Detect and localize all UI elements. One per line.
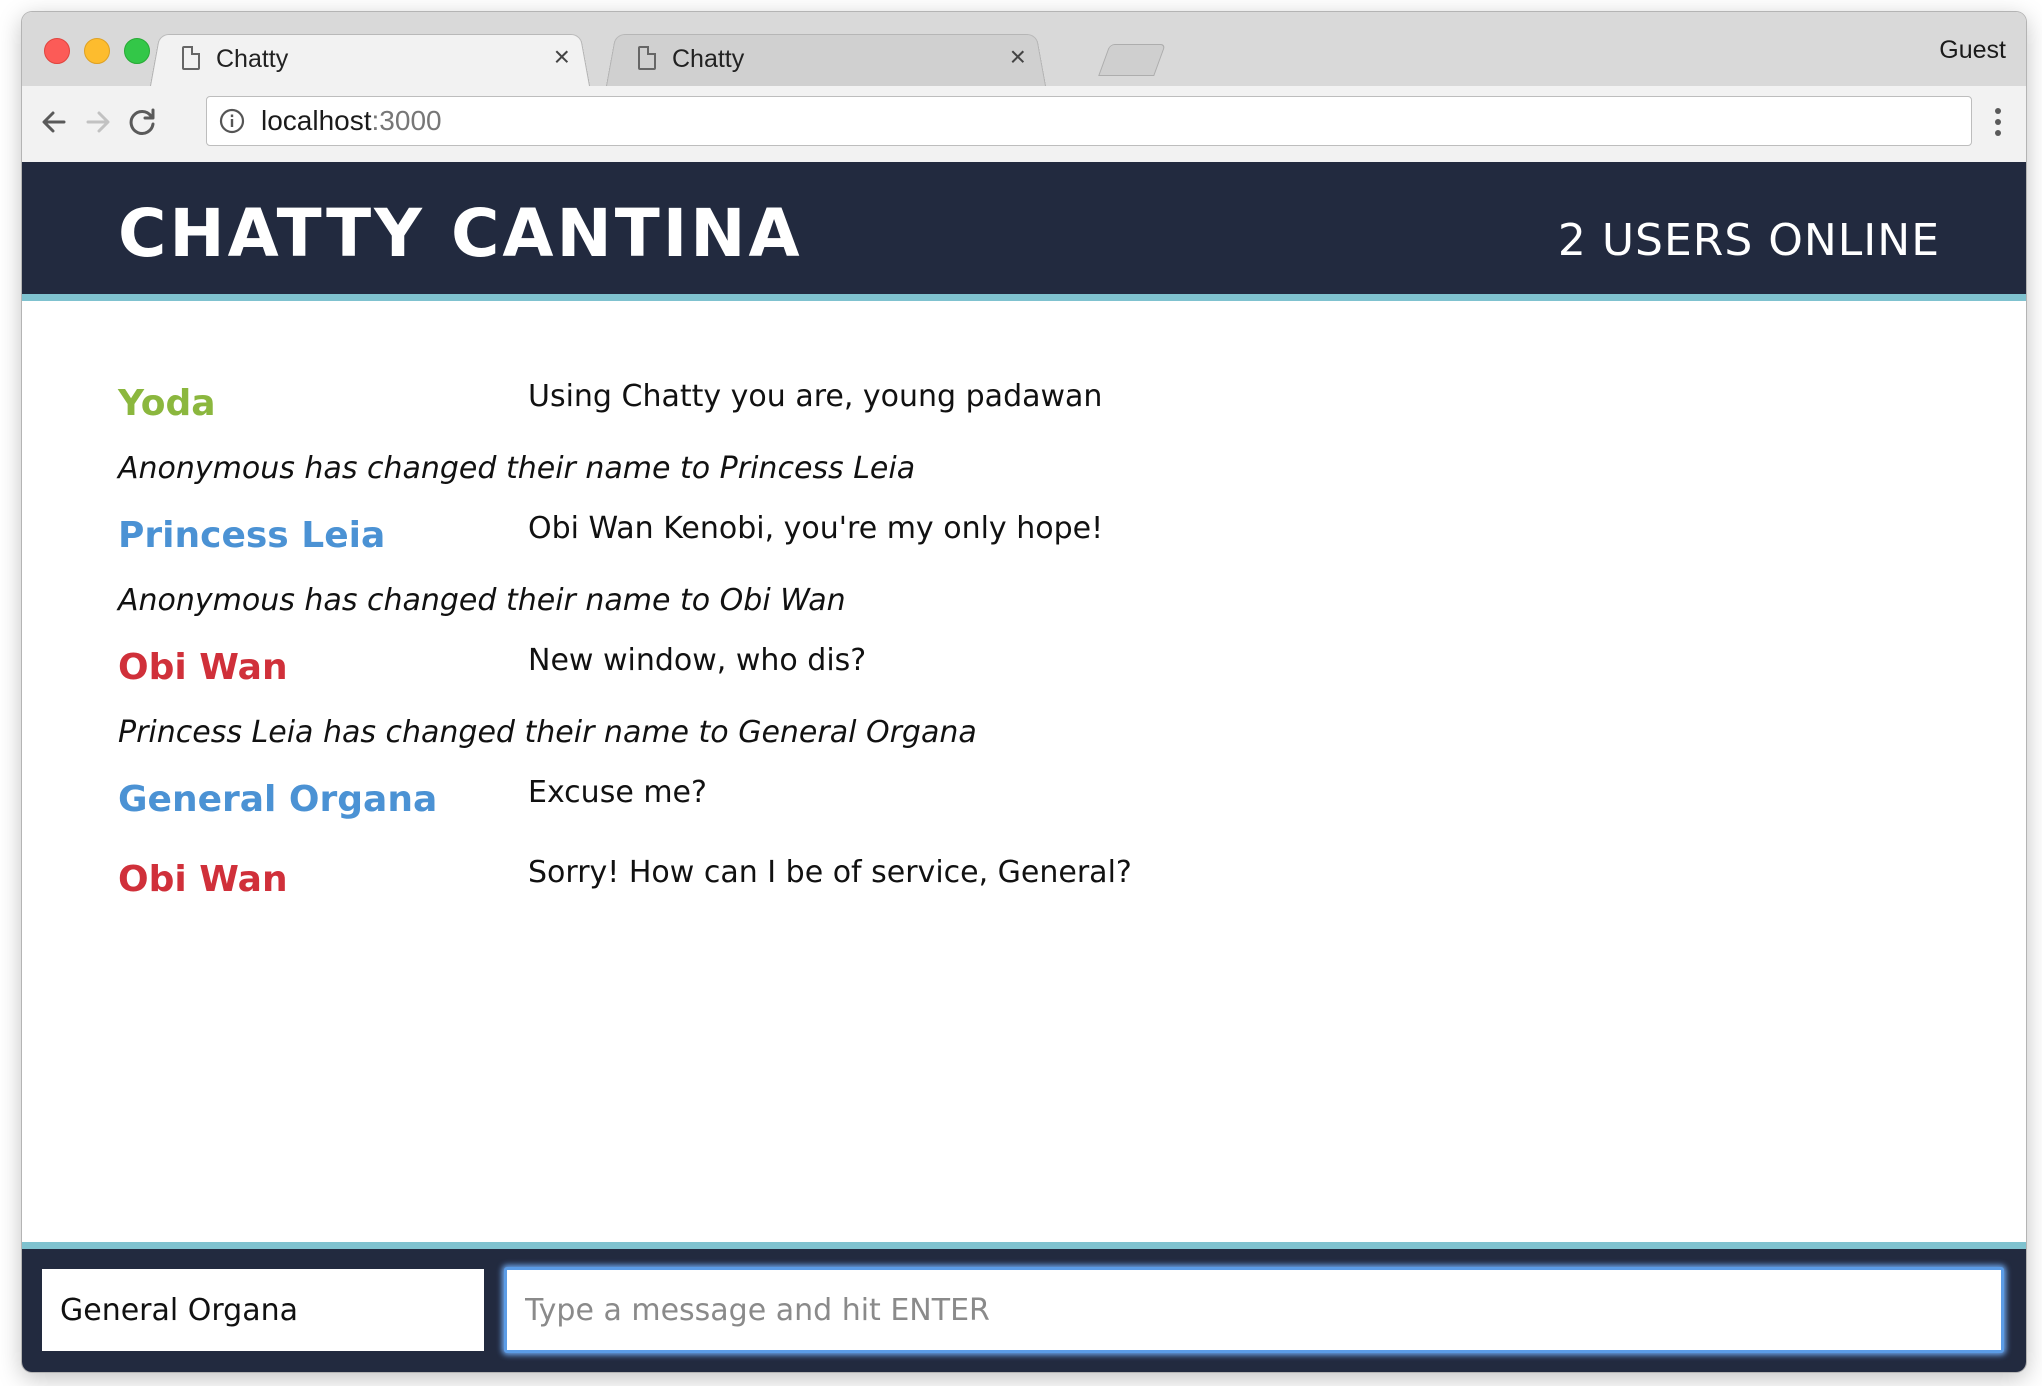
system-notification: Princess Leia has changed their name to … <box>118 715 977 750</box>
browser-window: Chatty × Chatty × Guest localhost:3000 C… <box>22 12 2026 1372</box>
message-username: Yoda <box>118 383 216 424</box>
browser-titlebar: Chatty × Chatty × Guest <box>22 12 2026 87</box>
info-icon[interactable] <box>219 108 245 134</box>
address-bar[interactable]: localhost:3000 <box>206 96 1972 146</box>
message-username: General Organa <box>118 779 438 820</box>
browser-tab-active[interactable]: Chatty × <box>150 30 590 86</box>
username-input[interactable] <box>42 1269 484 1351</box>
tab-close-icon[interactable]: × <box>554 42 570 72</box>
back-icon[interactable] <box>34 102 74 142</box>
tab-title: Chatty <box>216 45 289 73</box>
profile-guest-label[interactable]: Guest <box>1939 36 2006 65</box>
message-content: Excuse me? <box>528 775 707 810</box>
tab-close-icon[interactable]: × <box>1010 42 1026 72</box>
close-window-button[interactable] <box>44 38 70 64</box>
system-notification: Anonymous has changed their name to Obi … <box>118 583 846 618</box>
message: Obi Wan Sorry! How can I be of service, … <box>118 842 1918 974</box>
new-tab-button[interactable] <box>1098 44 1166 76</box>
message-username: Princess Leia <box>118 515 386 556</box>
browser-tab[interactable]: Chatty × <box>606 30 1046 86</box>
message-content: New window, who dis? <box>528 643 867 678</box>
browser-toolbar: localhost:3000 <box>22 86 2026 163</box>
url-text: localhost:3000 <box>261 105 442 137</box>
chatbar <box>22 1242 2026 1372</box>
zoom-window-button[interactable] <box>124 38 150 64</box>
kebab-menu-icon[interactable] <box>1992 102 2004 142</box>
url-port: :3000 <box>371 105 442 136</box>
minimize-window-button[interactable] <box>84 38 110 64</box>
tab-title: Chatty <box>672 45 745 73</box>
users-online-count: 2 USERS ONLINE <box>1557 215 1940 266</box>
url-host: localhost <box>261 105 372 136</box>
page-icon <box>182 46 200 70</box>
message-username: Obi Wan <box>118 859 288 900</box>
app-brand[interactable]: CHATTY CANTINA <box>118 198 803 270</box>
message-username: Obi Wan <box>118 647 288 688</box>
app-navbar: CHATTY CANTINA 2 USERS ONLINE <box>22 162 2026 301</box>
reload-icon[interactable] <box>122 102 162 142</box>
page-icon <box>638 46 656 70</box>
message-content: Sorry! How can I be of service, General? <box>528 855 1132 890</box>
message-content: Obi Wan Kenobi, you're my only hope! <box>528 511 1104 546</box>
message-content: Using Chatty you are, young padawan <box>528 379 1103 414</box>
forward-icon[interactable] <box>78 102 118 142</box>
message-input[interactable] <box>504 1267 2004 1353</box>
system-notification: Anonymous has changed their name to Prin… <box>118 451 916 486</box>
